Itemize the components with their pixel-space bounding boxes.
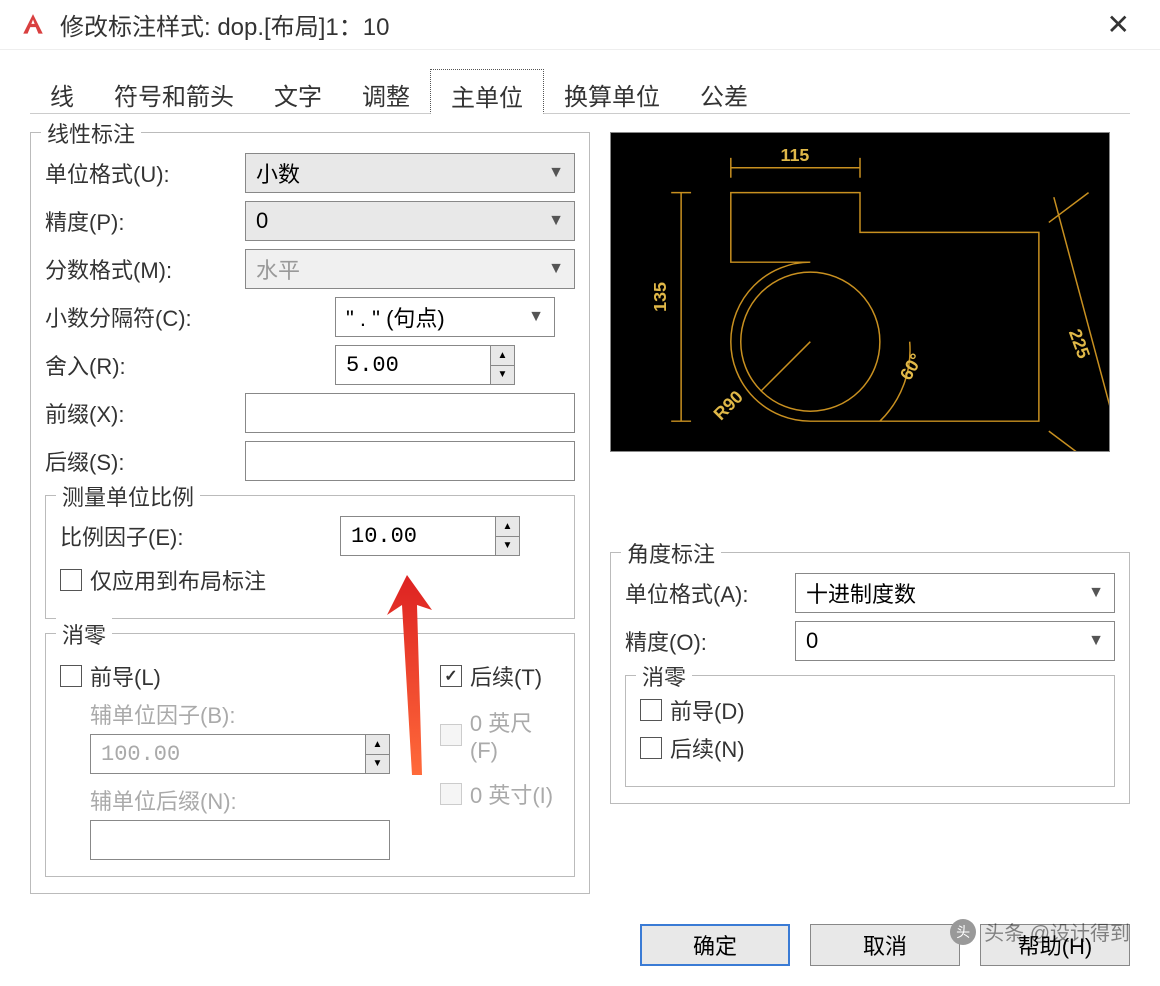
group-zero-suppress: 消零 前导(L) 辅单位因子(B): 100.00 ▲ <box>45 633 575 877</box>
tab-lines[interactable]: 线 <box>30 69 94 114</box>
ok-button[interactable]: 确定 <box>640 924 790 966</box>
preview-pane: 115 135 225 R90 60° <box>610 132 1110 452</box>
label-decimal-sep: 小数分隔符(C): <box>45 301 245 333</box>
spinner-scale-factor[interactable]: 10.00 ▲ ▼ <box>340 516 520 556</box>
select-ang-precision[interactable]: 0 ▼ <box>795 621 1115 661</box>
legend-scale: 测量单位比例 <box>56 480 200 512</box>
checkbox-inches <box>440 783 462 805</box>
checkbox-ang-leading[interactable] <box>640 699 662 721</box>
group-measurement-scale: 测量单位比例 比例因子(E): 10.00 ▲ ▼ 仅应用到布局标注 <box>45 495 575 619</box>
select-fraction-format: 水平 ▼ <box>245 249 575 289</box>
chevron-down-icon: ▼ <box>1088 584 1104 602</box>
titlebar: 修改标注样式: dop.[布局]1：10 ✕ <box>0 0 1160 50</box>
select-decimal-sep[interactable]: " . " (句点) ▼ <box>335 297 555 337</box>
spinner-sub-unit-factor: 100.00 ▲ ▼ <box>90 734 390 774</box>
cancel-button[interactable]: 取消 <box>810 924 960 966</box>
label-suffix: 后缀(S): <box>45 445 245 477</box>
app-icon <box>20 12 46 38</box>
tab-primary-units[interactable]: 主单位 <box>430 69 544 114</box>
checkbox-leading[interactable] <box>60 665 82 687</box>
legend-angular: 角度标注 <box>621 537 721 569</box>
label-layout-only: 仅应用到布局标注 <box>90 564 266 596</box>
chevron-down-icon: ▼ <box>1088 632 1104 650</box>
spin-down-icon: ▼ <box>366 755 389 774</box>
label-precision: 精度(P): <box>45 205 245 237</box>
spin-up-icon[interactable]: ▲ <box>491 346 514 366</box>
help-button[interactable]: 帮助(H) <box>980 924 1130 966</box>
window-title: 修改标注样式: dop.[布局]1：10 <box>60 7 1097 42</box>
checkbox-trailing[interactable] <box>440 665 462 687</box>
label-prefix: 前缀(X): <box>45 397 245 429</box>
group-linear-dim: 线性标注 单位格式(U): 小数 ▼ 精度(P): 0 ▼ 分数格式(M): 水… <box>30 132 590 894</box>
label-ang-precision: 精度(O): <box>625 625 795 657</box>
input-prefix[interactable] <box>245 393 575 433</box>
input-suffix[interactable] <box>245 441 575 481</box>
tab-text[interactable]: 文字 <box>254 69 342 114</box>
label-ang-format: 单位格式(A): <box>625 577 795 609</box>
svg-text:R90: R90 <box>710 387 747 424</box>
label-trailing: 后续(T) <box>470 660 542 692</box>
select-precision[interactable]: 0 ▼ <box>245 201 575 241</box>
label-inches: 0 英寸(I) <box>470 778 553 810</box>
spin-up-icon[interactable]: ▲ <box>496 517 519 537</box>
legend-ang-suppress: 消零 <box>636 660 692 692</box>
chevron-down-icon: ▼ <box>548 164 564 182</box>
label-sub-unit-factor: 辅单位因子(B): <box>90 698 390 730</box>
checkbox-ang-trailing[interactable] <box>640 737 662 759</box>
select-unit-format[interactable]: 小数 ▼ <box>245 153 575 193</box>
label-leading: 前导(L) <box>90 660 161 692</box>
spin-down-icon[interactable]: ▼ <box>496 537 519 556</box>
svg-text:60°: 60° <box>896 350 927 383</box>
label-sub-unit-suffix: 辅单位后缀(N): <box>90 784 390 816</box>
svg-text:115: 115 <box>781 145 810 165</box>
tab-fit[interactable]: 调整 <box>342 69 430 114</box>
label-fraction-format: 分数格式(M): <box>45 253 245 285</box>
dialog-footer: 确定 取消 帮助(H) <box>0 904 1160 986</box>
group-ang-suppress: 消零 前导(D) 后续(N) <box>625 675 1115 787</box>
legend-linear: 线性标注 <box>41 117 141 149</box>
chevron-down-icon: ▼ <box>548 260 564 278</box>
tab-alt-units[interactable]: 换算单位 <box>544 69 680 114</box>
tab-tolerances[interactable]: 公差 <box>680 69 768 114</box>
tabs-bar: 线 符号和箭头 文字 调整 主单位 换算单位 公差 <box>30 68 1130 114</box>
spinner-round[interactable]: 5.00 ▲ ▼ <box>335 345 515 385</box>
group-angular-dim: 角度标注 单位格式(A): 十进制度数 ▼ 精度(O): 0 ▼ 消零 <box>610 552 1130 804</box>
chevron-down-icon: ▼ <box>528 308 544 326</box>
select-ang-format[interactable]: 十进制度数 ▼ <box>795 573 1115 613</box>
tab-symbols[interactable]: 符号和箭头 <box>94 69 254 114</box>
spin-down-icon[interactable]: ▼ <box>491 366 514 385</box>
input-sub-unit-suffix <box>90 820 390 860</box>
label-feet: 0 英尺(F) <box>470 706 560 764</box>
label-ang-leading: 前导(D) <box>670 694 745 726</box>
spin-up-icon: ▲ <box>366 735 389 755</box>
svg-text:135: 135 <box>650 282 670 312</box>
checkbox-feet <box>440 724 462 746</box>
checkbox-layout-only[interactable] <box>60 569 82 591</box>
label-scale-factor: 比例因子(E): <box>60 520 340 552</box>
chevron-down-icon: ▼ <box>548 212 564 230</box>
label-unit-format: 单位格式(U): <box>45 157 245 189</box>
close-button[interactable]: ✕ <box>1097 8 1140 41</box>
legend-suppress: 消零 <box>56 618 112 650</box>
label-round: 舍入(R): <box>45 349 245 381</box>
label-ang-trailing: 后续(N) <box>670 732 745 764</box>
